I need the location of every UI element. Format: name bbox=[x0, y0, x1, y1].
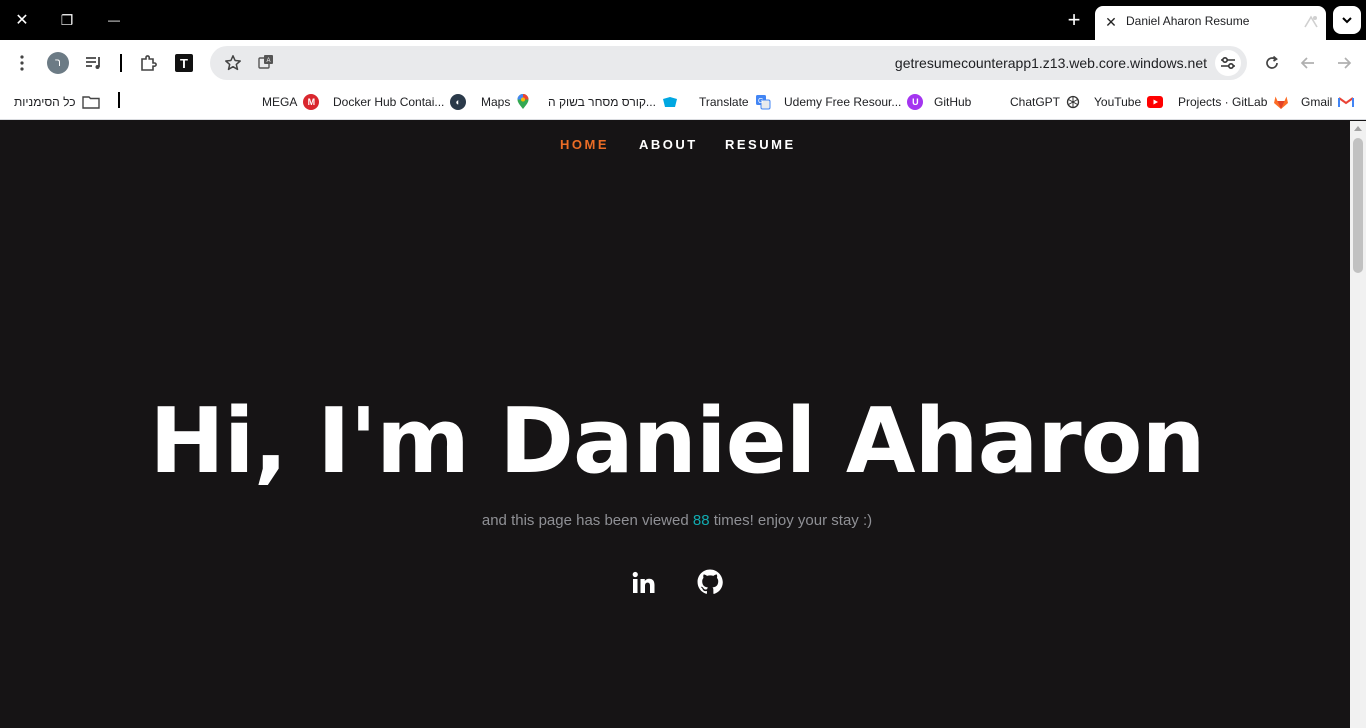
arrow-right-icon bbox=[1338, 57, 1352, 69]
gmail-icon bbox=[1338, 97, 1355, 107]
window-close-button[interactable]: ✕ bbox=[7, 6, 37, 34]
gitlab-icon bbox=[1274, 96, 1289, 109]
folder-icon bbox=[81, 96, 100, 109]
bookmark-mega[interactable]: MEGA M bbox=[262, 92, 320, 112]
nav-resume-link[interactable]: RESUME bbox=[725, 137, 796, 152]
tab-title: Daniel Aharon Resume bbox=[1126, 14, 1250, 28]
active-tab[interactable]: ✕ Daniel Aharon Resume bbox=[1095, 6, 1326, 40]
title-bar: ✕ ❐ — + ✕ Daniel Aharon Resume bbox=[0, 0, 1366, 40]
hero-title: Hi, I'm Daniel Aharon bbox=[149, 389, 1205, 494]
subtitle-prefix: and this page has been viewed bbox=[481, 512, 693, 529]
bookmark-label: Translate bbox=[699, 95, 749, 109]
bookmark-gitlab[interactable]: Projects · GitLab bbox=[1178, 92, 1289, 112]
bookmark-label: Gmail bbox=[1301, 95, 1333, 109]
bookmark-docker[interactable]: Docker Hub Contai... ◐ bbox=[333, 92, 467, 112]
github-icon[interactable] bbox=[697, 569, 723, 595]
bookmark-youtube[interactable]: YouTube bbox=[1094, 92, 1164, 112]
extension-t-icon[interactable]: T bbox=[175, 54, 193, 72]
url-text: getresumecounterapp1.z13.web.core.window… bbox=[894, 55, 1207, 71]
bookmarks-bar: כל הסימניות MEGA M Docker Hub Contai... … bbox=[0, 86, 1366, 120]
bookmark-label: Docker Hub Contai... bbox=[333, 95, 445, 109]
bookmark-chatgpt[interactable]: ChatGPT bbox=[1010, 92, 1080, 112]
svg-text:G: G bbox=[758, 98, 763, 105]
puzzle-icon bbox=[141, 55, 157, 71]
nav-home-link[interactable]: HOME bbox=[560, 137, 609, 152]
bookmark-github[interactable]: GitHub bbox=[934, 92, 971, 112]
kebab-menu-icon bbox=[20, 55, 24, 71]
bookmark-label: YouTube bbox=[1094, 95, 1142, 109]
new-tab-button[interactable]: + bbox=[1060, 6, 1088, 34]
bookmark-maps[interactable]: Maps bbox=[481, 92, 530, 112]
tune-icon bbox=[1221, 56, 1235, 70]
extensions-button[interactable] bbox=[135, 50, 161, 76]
translate-icon: G bbox=[755, 95, 771, 110]
subtitle-suffix: times! enjoy your stay :) bbox=[709, 512, 873, 529]
page-content: HOME ABOUT RESUME Hi, I'm Daniel Aharon … bbox=[0, 121, 1350, 728]
address-bar[interactable]: A getresumecounterapp1.z13.web.core.wind… bbox=[210, 46, 1247, 80]
reload-button[interactable] bbox=[1259, 50, 1285, 76]
site-settings-button[interactable] bbox=[1215, 50, 1241, 76]
bookmarks-divider bbox=[118, 92, 120, 108]
bookmark-label: ChatGPT bbox=[1010, 95, 1061, 109]
bookmark-label: קורס מסחר בשוק ה... bbox=[548, 95, 656, 109]
docker-icon: ◐ bbox=[450, 94, 467, 110]
udemy-icon: U bbox=[907, 94, 924, 110]
view-counter-text: and this page has been viewed 88 times! … bbox=[0, 512, 1354, 529]
view-count: 88 bbox=[692, 512, 710, 529]
arrow-left-icon bbox=[1300, 57, 1314, 69]
window-restore-button[interactable]: ❐ bbox=[52, 6, 82, 34]
bookmark-label: Projects · GitLab bbox=[1178, 95, 1268, 109]
tab-search-button[interactable] bbox=[1333, 6, 1361, 34]
page-scrollbar[interactable] bbox=[1350, 121, 1366, 728]
scroll-up-arrow[interactable] bbox=[1354, 126, 1362, 131]
bookmark-star-icon[interactable] bbox=[224, 54, 242, 72]
all-bookmarks-button[interactable]: כל הסימניות bbox=[14, 92, 100, 112]
translate-page-icon[interactable]: A bbox=[257, 54, 275, 72]
bookmark-udemy[interactable]: Udemy Free Resour... U bbox=[784, 92, 924, 112]
forward-button[interactable] bbox=[1295, 50, 1321, 76]
bookmark-label: MEGA bbox=[262, 95, 298, 109]
linkedin-icon[interactable] bbox=[631, 570, 657, 596]
chevron-down-icon bbox=[1342, 17, 1352, 24]
course-icon bbox=[662, 97, 677, 107]
menu-button[interactable] bbox=[9, 50, 35, 76]
tab-favicon-icon bbox=[1304, 15, 1318, 28]
nav-about-link[interactable]: ABOUT bbox=[639, 137, 698, 152]
tab-close-button[interactable]: ✕ bbox=[1101, 11, 1121, 33]
bookmark-label: Udemy Free Resour... bbox=[784, 95, 902, 109]
media-queue-icon bbox=[86, 57, 100, 69]
maps-icon bbox=[517, 94, 529, 109]
chatgpt-icon bbox=[1066, 95, 1080, 109]
bookmark-label: Maps bbox=[481, 95, 511, 109]
bookmark-label: GitHub bbox=[934, 95, 972, 109]
toolbar-divider bbox=[120, 54, 122, 72]
all-bookmarks-label: כל הסימניות bbox=[14, 95, 76, 109]
back-button[interactable] bbox=[1331, 50, 1357, 76]
bookmark-translate[interactable]: Translate G bbox=[699, 92, 771, 112]
profile-initial: ר bbox=[55, 57, 61, 69]
scroll-thumb[interactable] bbox=[1353, 138, 1363, 273]
mega-icon: M bbox=[303, 94, 320, 110]
browser-toolbar: ר T A getresumecounterapp1.z13.web.core.… bbox=[0, 40, 1366, 86]
profile-avatar[interactable]: ר bbox=[47, 52, 69, 74]
window-minimize-button[interactable]: — bbox=[99, 6, 129, 34]
bookmark-trading-course[interactable]: קורס מסחר בשוק ה... bbox=[548, 92, 678, 112]
svg-text:A: A bbox=[267, 58, 271, 64]
reload-icon bbox=[1266, 55, 1278, 69]
bookmark-gmail[interactable]: Gmail bbox=[1301, 92, 1355, 112]
youtube-icon bbox=[1147, 96, 1164, 108]
reading-list-button[interactable] bbox=[81, 50, 107, 76]
